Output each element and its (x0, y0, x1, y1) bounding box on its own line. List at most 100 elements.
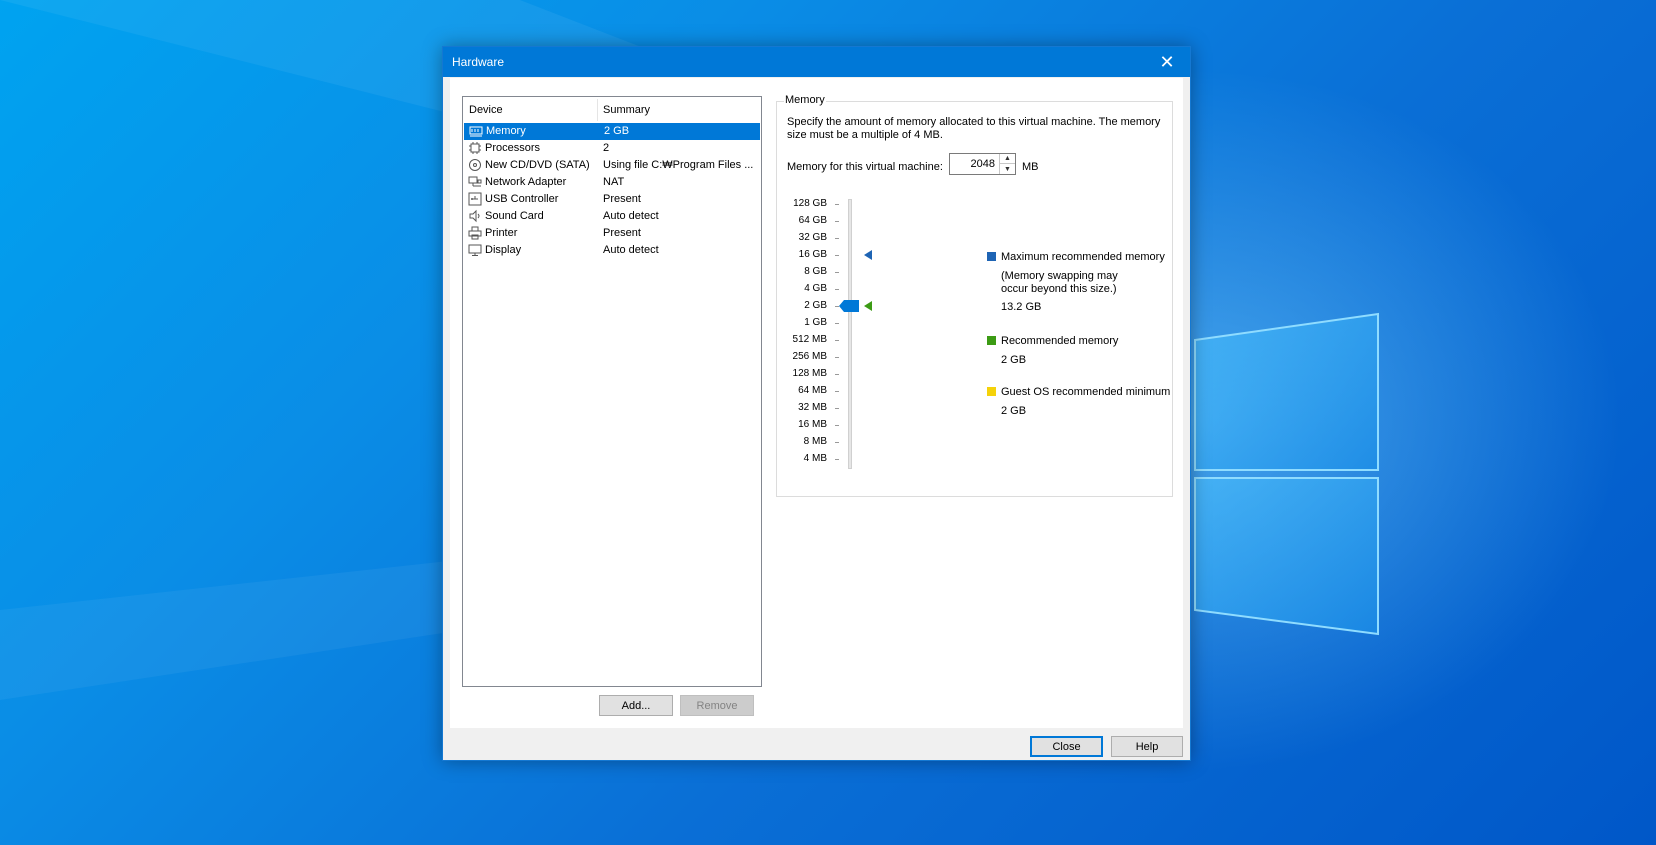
memory-size-stepper[interactable]: 2048 ▲ ▼ (949, 153, 1016, 175)
scale-tick (835, 221, 839, 222)
device-row-memory[interactable]: Memory 2 GB (464, 123, 760, 140)
memory-icon (469, 124, 483, 138)
scale-tick (835, 289, 839, 290)
scale-tick (835, 323, 839, 324)
title-bar[interactable]: Hardware ✕ (443, 47, 1190, 77)
scale-label: 256 MB (792, 351, 827, 362)
device-row-usb-controller[interactable]: USB Controller Present (463, 191, 761, 208)
processor-icon (468, 141, 482, 155)
scale-label: 128 GB (793, 198, 827, 209)
scale-label: 2 GB (804, 300, 827, 311)
scale-tick (835, 204, 839, 205)
spin-up-icon[interactable]: ▲ (1000, 154, 1015, 164)
scale-label: 1 GB (804, 317, 827, 328)
device-summary: Using file C:₩Program Files ... (603, 159, 754, 171)
scale-label: 4 MB (803, 453, 827, 464)
scale-tick (835, 408, 839, 409)
dialog-content: Device Summary Memory 2 GB Processors 2 (450, 78, 1183, 728)
max-recommended-title: Maximum recommended memory (1001, 251, 1165, 263)
recommended-marker-icon (864, 301, 872, 311)
memory-description: Specify the amount of memory allocated t… (787, 116, 1161, 141)
scale-label: 16 GB (798, 249, 827, 260)
device-row-printer[interactable]: Printer Present (463, 225, 761, 242)
device-summary: NAT (603, 176, 625, 188)
device-row-display[interactable]: Display Auto detect (463, 242, 761, 259)
spin-down-icon[interactable]: ▼ (1000, 164, 1015, 174)
memory-unit: MB (1022, 161, 1039, 173)
scale-tick (835, 442, 839, 443)
help-button[interactable]: Help (1111, 736, 1183, 757)
max-recommended-value: 13.2 GB (1001, 301, 1042, 313)
scale-label: 8 GB (804, 266, 827, 277)
recommended-title: Recommended memory (1001, 335, 1119, 347)
scale-label: 32 MB (798, 402, 827, 413)
device-summary: Auto detect (603, 244, 659, 256)
scale-label: 32 GB (798, 232, 827, 243)
scale-tick (835, 374, 839, 375)
device-summary: 2 (603, 142, 610, 154)
usb-icon (468, 192, 482, 206)
memory-size-input[interactable]: 2048 (971, 158, 995, 170)
device-row-processors[interactable]: Processors 2 (463, 140, 761, 157)
dialog-title: Hardware (452, 55, 505, 69)
device-name: Memory (486, 125, 526, 137)
scale-label: 128 MB (792, 368, 827, 379)
memory-slider-thumb[interactable] (839, 300, 859, 312)
guest-minimum-swatch (987, 387, 996, 396)
device-row-cd-dvd[interactable]: New CD/DVD (SATA) Using file C:₩Program … (463, 157, 761, 174)
device-name: New CD/DVD (SATA) (485, 159, 590, 171)
device-summary: Auto detect (603, 210, 659, 222)
device-summary: 2 GB (604, 125, 630, 137)
scale-label: 64 MB (798, 385, 827, 396)
device-name: Printer (485, 227, 518, 239)
device-name: Display (485, 244, 522, 256)
close-icon[interactable]: ✕ (1144, 47, 1190, 77)
scale-tick (835, 255, 839, 256)
add-button[interactable]: Add... (599, 695, 673, 716)
guest-minimum-title: Guest OS recommended minimum (1001, 386, 1171, 398)
device-row-network-adapter[interactable]: Network Adapter NAT (463, 174, 761, 191)
column-header-device[interactable]: Device (469, 104, 503, 116)
scale-tick (835, 357, 839, 358)
scale-label: 512 MB (792, 334, 827, 345)
scale-tick (835, 459, 839, 460)
max-recommended-note-2: occur beyond this size.) (1001, 283, 1117, 295)
device-list: Device Summary Memory 2 GB Processors 2 (462, 96, 762, 687)
device-summary: Present (603, 193, 641, 205)
speaker-icon (468, 209, 482, 223)
recommended-swatch (987, 336, 996, 345)
guest-minimum-value: 2 GB (1001, 405, 1027, 417)
scale-tick (835, 340, 839, 341)
column-header-summary[interactable]: Summary (603, 104, 650, 116)
column-separator[interactable] (597, 99, 598, 121)
device-name: Sound Card (485, 210, 544, 222)
device-row-sound-card[interactable]: Sound Card Auto detect (463, 208, 761, 225)
memory-group: Memory Specify the amount of memory allo… (776, 94, 1173, 497)
scale-label: 16 MB (798, 419, 827, 430)
cd-dvd-icon (468, 158, 482, 172)
memory-group-title: Memory (784, 94, 826, 106)
spin-buttons: ▲ ▼ (999, 154, 1015, 174)
scale-label: 64 GB (798, 215, 827, 226)
device-summary: Present (603, 227, 641, 239)
scale-tick (835, 272, 839, 273)
max-recommended-marker-icon (864, 250, 872, 260)
scale-tick (835, 425, 839, 426)
device-name: USB Controller (485, 193, 559, 205)
scale-label: 4 GB (804, 283, 827, 294)
memory-field-label: Memory for this virtual machine: (787, 161, 943, 173)
device-name: Network Adapter (485, 176, 567, 188)
list-header: Device Summary (463, 97, 761, 123)
close-button[interactable]: Close (1030, 736, 1103, 757)
remove-button[interactable]: Remove (680, 695, 754, 716)
scale-tick (835, 391, 839, 392)
memory-slider-track[interactable] (848, 199, 852, 469)
scale-tick (835, 238, 839, 239)
scale-label: 8 MB (803, 436, 827, 447)
recommended-value: 2 GB (1001, 354, 1027, 366)
max-recommended-swatch (987, 252, 996, 261)
max-recommended-note-1: (Memory swapping may (1001, 270, 1118, 282)
network-adapter-icon (468, 175, 482, 189)
printer-icon (468, 226, 482, 240)
hardware-dialog: Hardware ✕ Device Summary Memory 2 GB Pr… (442, 46, 1191, 761)
